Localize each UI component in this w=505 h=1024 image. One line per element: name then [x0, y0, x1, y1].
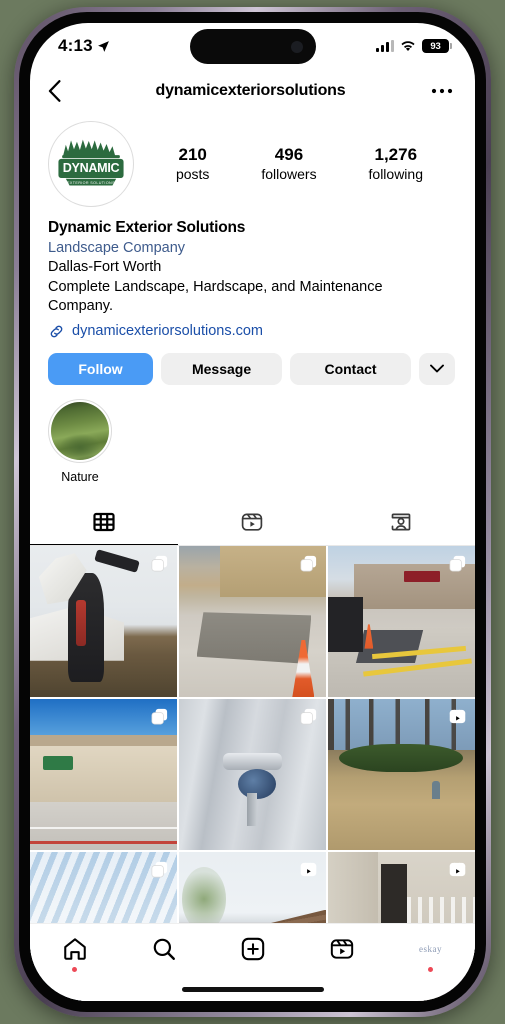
location-arrow-icon — [97, 40, 109, 52]
more-actions-dropdown-button[interactable] — [419, 352, 455, 385]
carousel-icon — [449, 555, 466, 571]
reels-icon — [330, 939, 353, 959]
highlight-label: Nature — [61, 469, 99, 484]
profile-bio: Dynamic Exterior Solutions Landscape Com… — [30, 207, 475, 340]
nav-search[interactable] — [119, 936, 208, 972]
reel-icon — [449, 862, 466, 877]
followers-label: followers — [261, 165, 317, 182]
post-faucet-fixture[interactable] — [178, 698, 327, 851]
followers-count: 496 — [274, 144, 304, 164]
reel-icon — [300, 862, 317, 877]
svg-text:DYNAMIC: DYNAMIC — [63, 161, 120, 175]
bio-line-description-1: Complete Landscape, Hardscape, and Maint… — [48, 278, 383, 295]
posts-count: 210 — [178, 144, 207, 164]
page-title-username: dynamicexteriorsolutions — [155, 82, 346, 99]
highlight-cover-image — [51, 401, 109, 460]
tab-tagged[interactable] — [327, 500, 475, 545]
profile-notification-dot — [428, 967, 433, 972]
battery-indicator: 93 — [422, 39, 452, 53]
nav-create[interactable] — [208, 936, 297, 972]
plus-square-icon — [241, 937, 264, 961]
front-camera-icon — [290, 40, 303, 53]
home-icon — [63, 938, 86, 960]
tab-reels[interactable] — [178, 500, 326, 545]
follow-button[interactable]: Follow — [48, 352, 154, 385]
ellipsis-icon — [431, 88, 453, 94]
phone-bezel: 4:13 93 dynamicexteriorsolutions DYNAMIC… — [19, 12, 486, 1012]
post-dollar-tree-lot[interactable] — [30, 698, 178, 851]
highlight-nature[interactable]: Nature — [48, 398, 112, 484]
wifi-icon — [401, 41, 415, 51]
carousel-icon — [300, 555, 317, 571]
following-count: 1,276 — [374, 144, 418, 164]
phone-device-frame: 4:13 93 dynamicexteriorsolutions DYNAMIC… — [14, 7, 491, 1017]
status-indicators: 93 — [376, 39, 452, 53]
profile-content-tabs — [30, 500, 475, 546]
nav-home[interactable] — [30, 936, 119, 972]
stat-followers[interactable]: 496 followers — [261, 145, 316, 184]
carousel-icon — [300, 708, 317, 725]
chevron-left-icon — [48, 80, 61, 102]
profile-website-link[interactable]: dynamicexteriorsolutions.com — [48, 323, 455, 340]
carousel-icon — [151, 708, 168, 725]
stat-posts[interactable]: 210 posts — [176, 145, 209, 184]
bio-line-location: Dallas-Fort Worth — [48, 259, 162, 275]
dynamic-island — [189, 29, 316, 64]
carousel-icon — [151, 555, 168, 571]
profile-avatar[interactable]: DYNAMIC EXTERIOR SOLUTIONS — [48, 121, 134, 207]
link-chain-icon — [50, 325, 63, 337]
post-concrete-pad[interactable] — [178, 545, 327, 698]
post-kohls-parking-lot[interactable] — [327, 545, 475, 698]
status-time-text: 4:13 — [58, 36, 93, 55]
story-highlights: Nature — [30, 385, 475, 484]
battery-percent: 93 — [430, 40, 441, 52]
reels-icon — [242, 513, 263, 531]
profile-nav-header: dynamicexteriorsolutions — [30, 69, 475, 113]
grid-icon — [93, 512, 115, 531]
battery-nub — [450, 43, 452, 49]
stat-following[interactable]: 1,276 following — [369, 145, 423, 184]
post-excavator-worker[interactable] — [30, 545, 178, 698]
tab-grid[interactable] — [30, 500, 179, 545]
status-bar: 4:13 93 — [30, 23, 475, 69]
more-options-button[interactable] — [427, 88, 453, 94]
cellular-bars-icon — [376, 40, 394, 52]
bio-line-description-2: Company. — [48, 298, 114, 314]
contact-button[interactable]: Contact — [290, 352, 411, 385]
nav-reels[interactable] — [297, 936, 386, 972]
svg-text:EXTERIOR SOLUTIONS: EXTERIOR SOLUTIONS — [67, 181, 115, 185]
tagged-person-icon — [391, 513, 411, 531]
nav-profile[interactable]: eskay — [386, 936, 475, 972]
profile-stats: 210 posts 496 followers 1,276 following — [134, 145, 453, 184]
home-notification-dot — [72, 967, 77, 972]
dynamic-exterior-solutions-logo: DYNAMIC EXTERIOR SOLUTIONS — [58, 139, 124, 186]
website-url-text: dynamicexteriorsolutions.com — [72, 323, 263, 339]
following-label: following — [368, 165, 423, 182]
reel-icon — [449, 709, 466, 723]
profile-header: DYNAMIC EXTERIOR SOLUTIONS 210 posts 496… — [30, 113, 475, 207]
carousel-icon — [151, 861, 168, 878]
home-indicator — [181, 987, 324, 992]
profile-action-buttons: Follow Message Contact — [30, 340, 475, 385]
post-leaf-cleanup-reel[interactable] — [327, 698, 475, 851]
message-button[interactable]: Message — [161, 352, 283, 385]
back-button[interactable] — [48, 80, 74, 102]
posts-label: posts — [175, 165, 210, 182]
chevron-down-icon — [430, 364, 444, 373]
user-avatar-eskay: eskay — [419, 944, 442, 954]
search-icon — [153, 938, 175, 960]
highlight-ring — [48, 398, 112, 463]
phone-screen: 4:13 93 dynamicexteriorsolutions DYNAMIC… — [30, 23, 475, 1001]
status-time: 4:13 — [58, 36, 110, 56]
profile-full-name: Dynamic Exterior Solutions — [48, 219, 246, 236]
profile-category[interactable]: Landscape Company — [48, 238, 455, 258]
